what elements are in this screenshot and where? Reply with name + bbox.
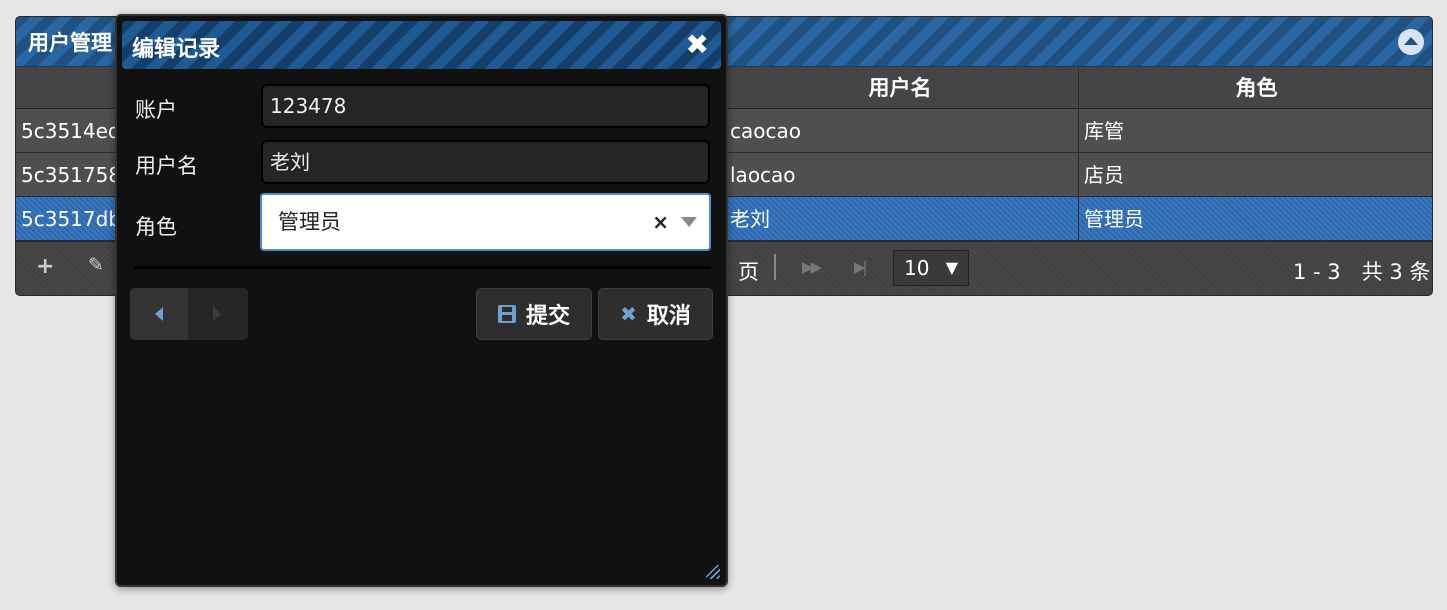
page-size-value: 10 (904, 256, 930, 280)
cell-username: caocao (721, 109, 1078, 153)
cancel-label: 取消 (646, 304, 691, 329)
arrow-left-icon (155, 307, 163, 321)
pager-separator (774, 254, 776, 280)
account-label: 账户 (135, 98, 177, 122)
next-record-button[interactable] (188, 288, 246, 340)
page-size-select[interactable]: 10 ▼ (893, 250, 969, 286)
collapse-icon[interactable] (1398, 29, 1424, 55)
chevron-down-icon: ▼ (945, 258, 958, 277)
cell-username: 老刘 (721, 197, 1078, 241)
edit-icon[interactable]: ✎ (88, 254, 104, 276)
chevron-down-icon[interactable] (681, 217, 697, 227)
grid-title: 用户管理 (28, 31, 112, 55)
close-icon[interactable]: ✖ (686, 28, 709, 61)
submit-label: 提交 (525, 304, 570, 329)
role-select[interactable]: 管理员 × (260, 193, 711, 251)
dialog-titlebar[interactable]: 编辑记录 ✖ (122, 21, 721, 69)
cell-role: 管理员 (1078, 197, 1432, 241)
resize-handle-icon[interactable] (706, 565, 720, 579)
username-label: 用户名 (135, 154, 198, 178)
edit-record-dialog: 编辑记录 ✖ 账户 123478 用户名 老刘 角色 管理员 × 提交 ✖ 取消 (115, 14, 728, 587)
role-select-value: 管理员 (278, 210, 341, 234)
dialog-title: 编辑记录 (132, 37, 221, 62)
header-username[interactable]: 用户名 (721, 67, 1078, 109)
arrow-right-icon (213, 307, 221, 321)
save-icon (497, 305, 516, 323)
header-role[interactable]: 角色 (1078, 67, 1432, 109)
cancel-icon: ✖ (620, 302, 637, 326)
next-page-icon[interactable]: ▶▶ (802, 258, 822, 276)
submit-button[interactable]: 提交 (476, 288, 592, 340)
record-nav (130, 288, 248, 340)
account-field[interactable]: 123478 (261, 84, 710, 128)
cancel-button[interactable]: ✖ 取消 (598, 288, 713, 340)
cell-username: laocao (721, 153, 1078, 197)
role-label: 角色 (135, 215, 177, 239)
add-icon[interactable]: + (36, 254, 54, 279)
page-suffix: 页 (738, 260, 759, 284)
dialog-divider (134, 266, 711, 269)
last-page-icon[interactable]: ▶| (854, 258, 867, 276)
username-field[interactable]: 老刘 (261, 140, 710, 184)
prev-record-button[interactable] (130, 288, 188, 340)
record-info: 1 - 3 共 3 条 (1293, 260, 1431, 284)
clear-icon[interactable]: × (652, 195, 669, 249)
cell-role: 库管 (1078, 109, 1432, 153)
cell-role: 店员 (1078, 153, 1432, 197)
